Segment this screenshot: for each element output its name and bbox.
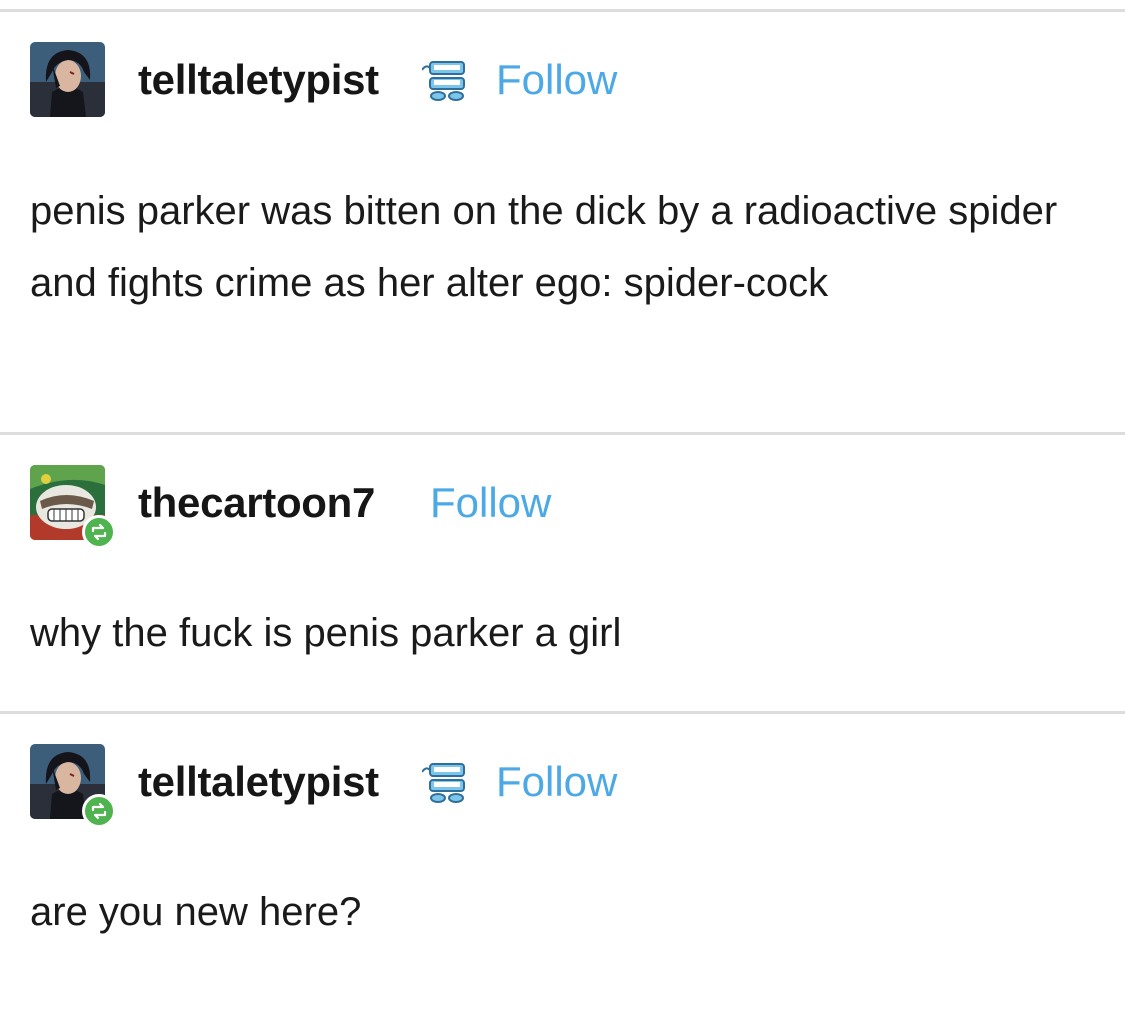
- follow-button[interactable]: Follow: [496, 758, 617, 806]
- post-header: telltaletypist Follow: [30, 744, 1110, 828]
- post-text: why the fuck is penis parker a girl: [30, 611, 622, 655]
- post-divider: [0, 432, 1125, 435]
- post-header: telltaletypist Follow: [30, 42, 1110, 120]
- chattering-teeth-icon: [421, 58, 472, 109]
- reblog-badge: [82, 515, 116, 549]
- post-text: are you new here?: [30, 890, 362, 934]
- reblog-icon: [91, 802, 107, 820]
- username[interactable]: telltaletypist: [138, 758, 379, 806]
- username[interactable]: telltaletypist: [138, 56, 379, 104]
- reblog-badge: [82, 794, 116, 828]
- chattering-teeth-icon: [421, 760, 472, 811]
- follow-button[interactable]: Follow: [496, 56, 617, 104]
- user-avatar-dark-hair-icon: [30, 42, 105, 117]
- top-divider: [0, 9, 1125, 12]
- username[interactable]: thecartoon7: [138, 479, 375, 527]
- post-header: thecartoon7 Follow: [30, 465, 1110, 549]
- follow-button[interactable]: Follow: [430, 479, 551, 527]
- post-text: penis parker was bitten on the dick by a…: [30, 189, 1058, 305]
- post-divider: [0, 711, 1125, 714]
- reblog-icon: [91, 523, 107, 541]
- user-avatar[interactable]: [30, 42, 105, 117]
